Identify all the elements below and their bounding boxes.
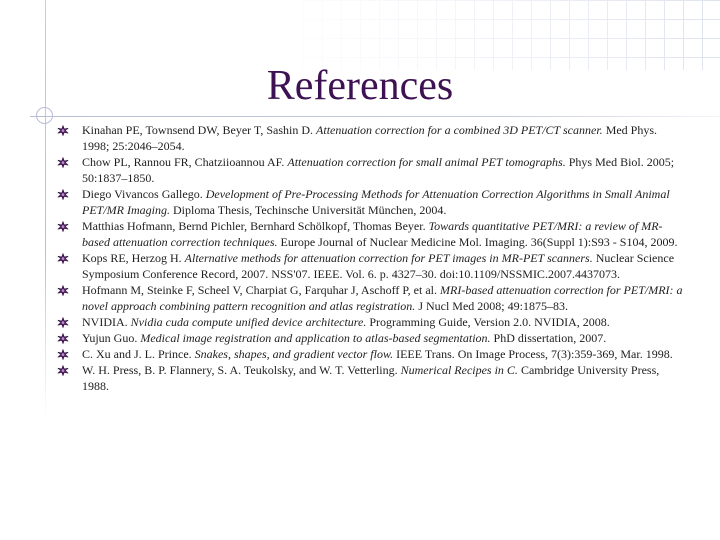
reference-title: Alternative methods for attenuation corr… bbox=[184, 251, 593, 265]
reference-item: W. H. Press, B. P. Flannery, S. A. Teuko… bbox=[56, 362, 686, 394]
reference-text: Chow PL, Rannou FR, Chatziioannou AF. At… bbox=[82, 154, 686, 186]
reference-item: Yujun Guo. Medical image registration an… bbox=[56, 330, 686, 346]
reference-item: NVIDIA. Nvidia cuda compute unified devi… bbox=[56, 314, 686, 330]
reference-source: PhD dissertation, 2007. bbox=[490, 331, 607, 345]
reference-text: Matthias Hofmann, Bernd Pichler, Bernhar… bbox=[82, 218, 686, 250]
reference-authors: Hofmann M, Steinke F, Scheel V, Charpiat… bbox=[82, 283, 441, 297]
reference-title: Nvidia cuda compute unified device archi… bbox=[130, 315, 367, 329]
winged-bullet-icon bbox=[56, 346, 82, 362]
reference-title: Medical image registration and applicati… bbox=[140, 331, 491, 345]
reference-text: Kinahan PE, Townsend DW, Beyer T, Sashin… bbox=[82, 122, 686, 154]
reference-source: Diploma Thesis, Techinsche Universität M… bbox=[170, 203, 447, 217]
reference-text: Kops RE, Herzog H. Alternative methods f… bbox=[82, 250, 686, 282]
winged-bullet-icon bbox=[56, 186, 82, 202]
reference-authors: Kops RE, Herzog H. bbox=[82, 251, 185, 265]
slide-title: References bbox=[266, 63, 454, 109]
reference-item: Kops RE, Herzog H. Alternative methods f… bbox=[56, 250, 686, 282]
reference-title: Numerical Recipes in C. bbox=[400, 363, 518, 377]
reference-item: Chow PL, Rannou FR, Chatziioannou AF. At… bbox=[56, 154, 686, 186]
reference-text: NVIDIA. Nvidia cuda compute unified devi… bbox=[82, 314, 686, 330]
reference-title: Attenuation correction for a combined 3D… bbox=[316, 123, 603, 137]
reference-item: Diego Vivancos Gallego. Development of P… bbox=[56, 186, 686, 218]
reference-authors: Kinahan PE, Townsend DW, Beyer T, Sashin… bbox=[82, 123, 317, 137]
reference-text: Hofmann M, Steinke F, Scheel V, Charpiat… bbox=[82, 282, 686, 314]
reference-text: Yujun Guo. Medical image registration an… bbox=[82, 330, 686, 346]
winged-bullet-icon bbox=[56, 314, 82, 330]
reference-authors: Matthias Hofmann, Bernd Pichler, Bernhar… bbox=[82, 219, 429, 233]
winged-bullet-icon-glyph bbox=[57, 365, 69, 376]
reference-list: Kinahan PE, Townsend DW, Beyer T, Sashin… bbox=[56, 122, 686, 394]
winged-bullet-icon bbox=[56, 250, 82, 266]
winged-bullet-icon bbox=[56, 362, 82, 378]
reference-source: Programming Guide, Version 2.0. NVIDIA, … bbox=[366, 315, 610, 329]
reference-authors: Yujun Guo. bbox=[82, 331, 141, 345]
reference-authors: Chow PL, Rannou FR, Chatziioannou AF. bbox=[82, 155, 288, 169]
reference-title: Attenuation correction for small animal … bbox=[287, 155, 566, 169]
winged-bullet-icon-glyph bbox=[57, 157, 69, 168]
winged-bullet-icon bbox=[56, 218, 82, 234]
winged-bullet-icon-glyph bbox=[57, 253, 69, 264]
winged-bullet-icon-glyph bbox=[57, 333, 69, 344]
reference-item: Hofmann M, Steinke F, Scheel V, Charpiat… bbox=[56, 282, 686, 314]
winged-bullet-icon-glyph bbox=[57, 189, 69, 200]
reference-authors: W. H. Press, B. P. Flannery, S. A. Teuko… bbox=[82, 363, 401, 377]
reference-source: J Nucl Med 2008; 49:1875–83. bbox=[415, 299, 568, 313]
horizontal-rule bbox=[30, 116, 720, 117]
reference-source: Europe Journal of Nuclear Medicine Mol. … bbox=[277, 235, 678, 249]
reference-text: C. Xu and J. L. Prince. Snakes, shapes, … bbox=[82, 346, 686, 362]
winged-bullet-icon-glyph bbox=[57, 317, 69, 328]
winged-bullet-icon bbox=[56, 154, 82, 170]
reference-title: Snakes, shapes, and gradient vector flow… bbox=[194, 347, 394, 361]
reference-source: IEEE Trans. On Image Process, 7(3):359-3… bbox=[393, 347, 673, 361]
reference-text: Diego Vivancos Gallego. Development of P… bbox=[82, 186, 686, 218]
winged-bullet-icon-glyph bbox=[57, 221, 69, 232]
reference-item: C. Xu and J. L. Prince. Snakes, shapes, … bbox=[56, 346, 686, 362]
winged-bullet-icon bbox=[56, 330, 82, 346]
winged-bullet-icon-glyph bbox=[57, 125, 69, 136]
reference-text: W. H. Press, B. P. Flannery, S. A. Teuko… bbox=[82, 362, 686, 394]
reference-item: Kinahan PE, Townsend DW, Beyer T, Sashin… bbox=[56, 122, 686, 154]
reference-authors: NVIDIA. bbox=[82, 315, 131, 329]
reference-authors: Diego Vivancos Gallego. bbox=[82, 187, 206, 201]
winged-bullet-icon bbox=[56, 122, 82, 138]
winged-bullet-icon-glyph bbox=[57, 349, 69, 360]
winged-bullet-icon-glyph bbox=[57, 285, 69, 296]
reference-item: Matthias Hofmann, Bernd Pichler, Bernhar… bbox=[56, 218, 686, 250]
winged-bullet-icon bbox=[56, 282, 82, 298]
reference-authors: C. Xu and J. L. Prince. bbox=[82, 347, 195, 361]
